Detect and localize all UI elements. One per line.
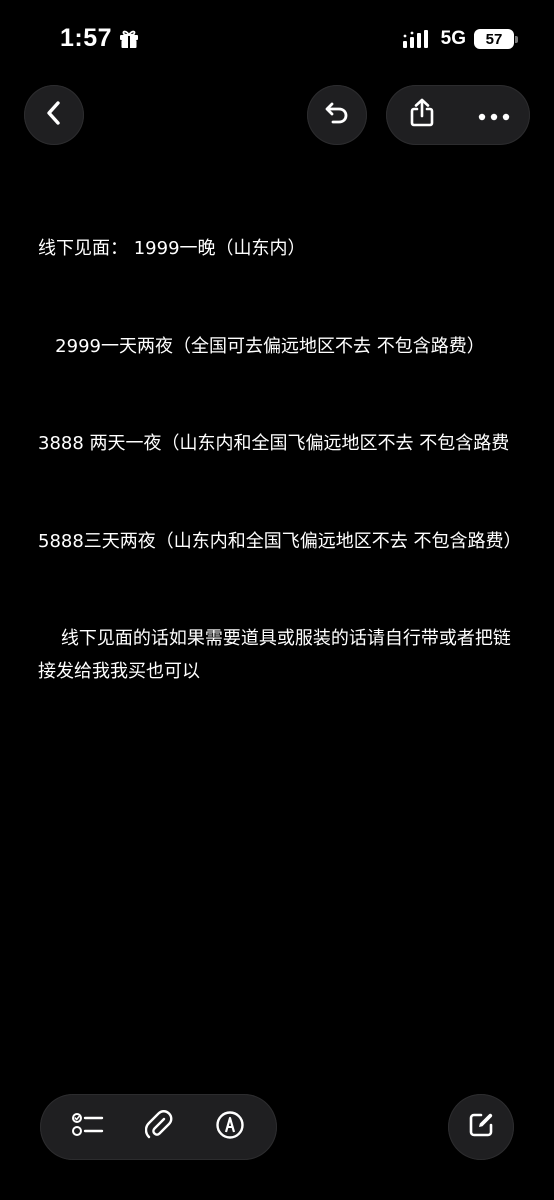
attachment-button[interactable] (131, 1099, 187, 1155)
note-body[interactable]: 线下见面： 1999一晚（山东内） 2999一天两夜（全国可去偏远地区不去 不包… (38, 168, 528, 721)
note-line: 线下见面： 1999一晚（山东内） (38, 238, 306, 259)
checklist-button[interactable] (60, 1099, 116, 1155)
status-right: 5G 57 (402, 28, 518, 50)
network-type: 5G (440, 28, 466, 49)
bottom-toolbar (40, 1094, 277, 1160)
time-group: 1:57 (60, 24, 140, 53)
status-bar: 1:57 5G 57 (0, 0, 554, 84)
note-line: 2999一天两夜（全国可去偏远地区不去 不包含路费） (38, 335, 485, 357)
share-icon (409, 98, 435, 132)
paperclip-icon (144, 1110, 173, 1144)
new-note-button[interactable] (448, 1094, 514, 1160)
checklist-icon (71, 1111, 104, 1143)
note-line: 3888 两天一夜（山东内和全国飞偏远地区不去 不包含路费 (38, 433, 510, 454)
actions-pill (386, 85, 530, 145)
share-button[interactable] (386, 85, 458, 145)
chevron-left-icon (43, 100, 65, 130)
status-time: 1:57 (60, 24, 113, 52)
note-line: 5888三天两夜（山东内和全国飞偏远地区不去 不包含路费） (38, 530, 522, 552)
undo-icon (323, 99, 351, 131)
battery-level: 57 (485, 30, 503, 48)
gift-icon (118, 28, 140, 50)
markup-pen-icon (215, 1110, 245, 1144)
back-button[interactable] (24, 85, 84, 145)
more-button[interactable] (458, 85, 530, 145)
signal-icon (402, 30, 433, 48)
markup-button[interactable] (202, 1099, 258, 1155)
undo-button[interactable] (307, 85, 367, 145)
ellipsis-icon (478, 106, 510, 125)
compose-icon (467, 1111, 495, 1143)
battery-indicator: 57 (474, 29, 518, 49)
note-line: 线下见面的话如果需要道具或服装的话请自行带或者把链接发给我我买也可以 (38, 628, 511, 682)
